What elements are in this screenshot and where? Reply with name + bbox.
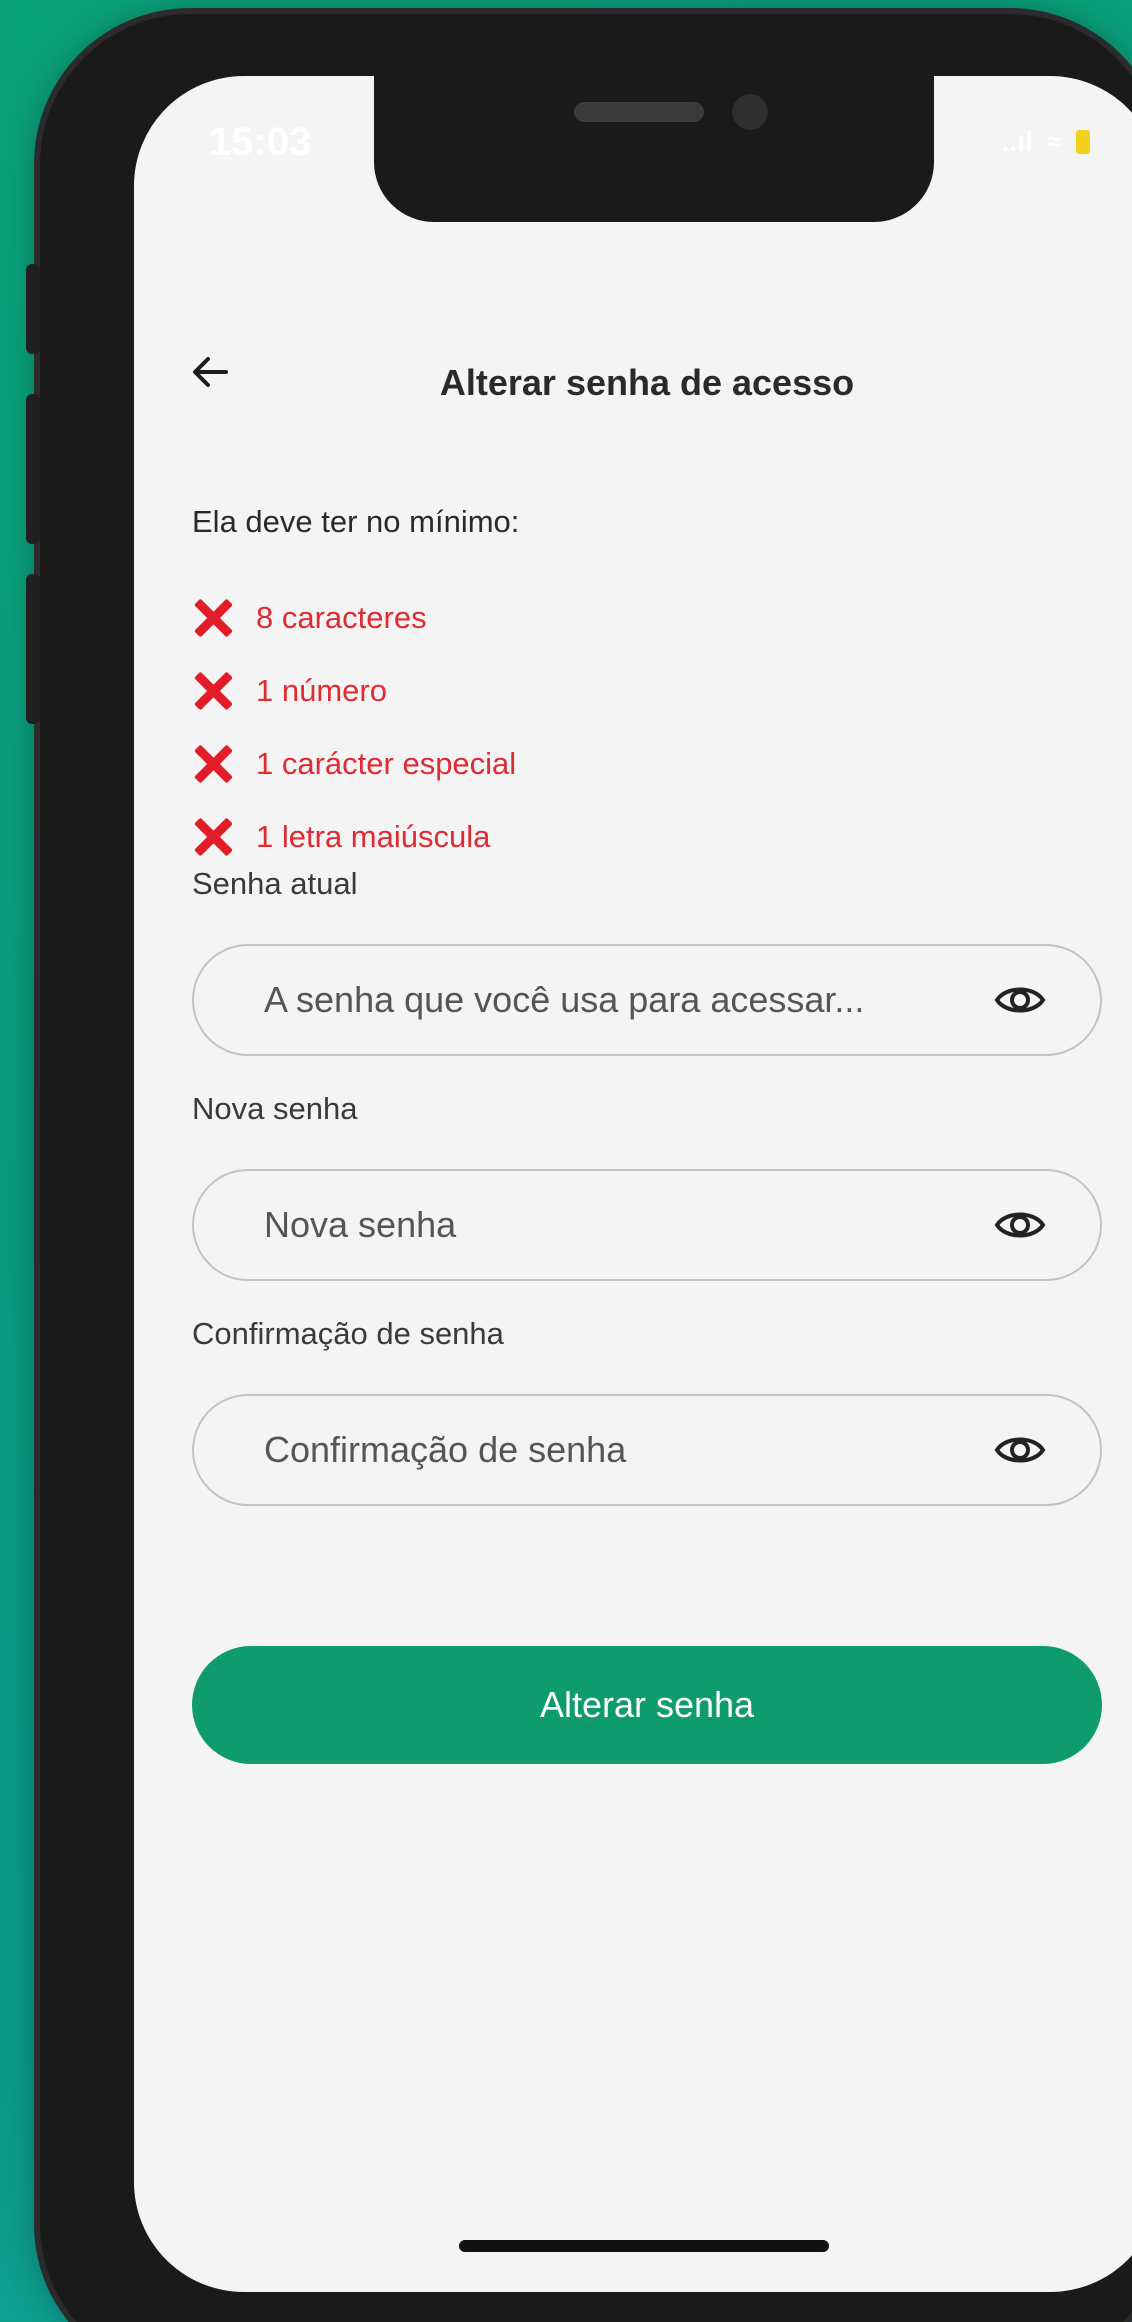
current-password-input[interactable] (194, 979, 990, 1021)
confirm-password-field (192, 1394, 1102, 1506)
password-rule: 8 caracteres (192, 581, 516, 654)
rule-text: 8 caracteres (256, 599, 427, 635)
cross-icon (192, 670, 234, 712)
page-header: Alterar senha de acesso (134, 346, 1132, 426)
password-rule: 1 número (192, 654, 516, 727)
battery-icon (1076, 130, 1090, 154)
signal-icon: ..ıl (1001, 126, 1033, 157)
speaker-grille (574, 102, 704, 122)
password-rule: 1 letra maiúscula (192, 800, 516, 873)
password-rule: 1 carácter especial (192, 727, 516, 800)
status-time: 15:03 (209, 120, 312, 164)
eye-icon[interactable] (990, 1195, 1050, 1255)
phone-frame: 15:03 ..ıl ≈ Alterar senha de acesso Ela… (26, 14, 1132, 2322)
cross-icon (192, 816, 234, 858)
eye-icon[interactable] (990, 970, 1050, 1030)
front-camera (732, 94, 768, 130)
phone-volume-up-button (26, 394, 40, 544)
eye-icon[interactable] (990, 1420, 1050, 1480)
confirm-password-input[interactable] (194, 1429, 990, 1471)
rule-text: 1 número (256, 672, 387, 708)
new-password-input[interactable] (194, 1204, 990, 1246)
cross-icon (192, 597, 234, 639)
status-icons: ..ıl ≈ (1001, 126, 1090, 158)
phone-notch (374, 76, 934, 222)
password-rules-list: 8 caracteres 1 número 1 carácter especia… (192, 581, 516, 873)
new-password-label: Nova senha (192, 1091, 358, 1126)
phone-volume-down-button (26, 574, 40, 724)
new-password-field (192, 1169, 1102, 1281)
confirm-password-label: Confirmação de senha (192, 1316, 504, 1351)
password-rules-intro: Ela deve ter no mínimo: (192, 504, 520, 539)
rule-text: 1 carácter especial (256, 745, 517, 781)
cross-icon (192, 743, 234, 785)
home-indicator[interactable] (459, 2240, 829, 2252)
page-title: Alterar senha de acesso (439, 362, 855, 403)
current-password-label: Senha atual (192, 866, 358, 901)
wifi-icon: ≈ (1046, 126, 1062, 157)
change-password-button[interactable]: Alterar senha (192, 1646, 1102, 1764)
app-screen: 15:03 ..ıl ≈ Alterar senha de acesso Ela… (134, 76, 1132, 2292)
current-password-field (192, 944, 1102, 1056)
rule-text: 1 letra maiúscula (256, 818, 491, 854)
phone-side-button (26, 264, 40, 354)
